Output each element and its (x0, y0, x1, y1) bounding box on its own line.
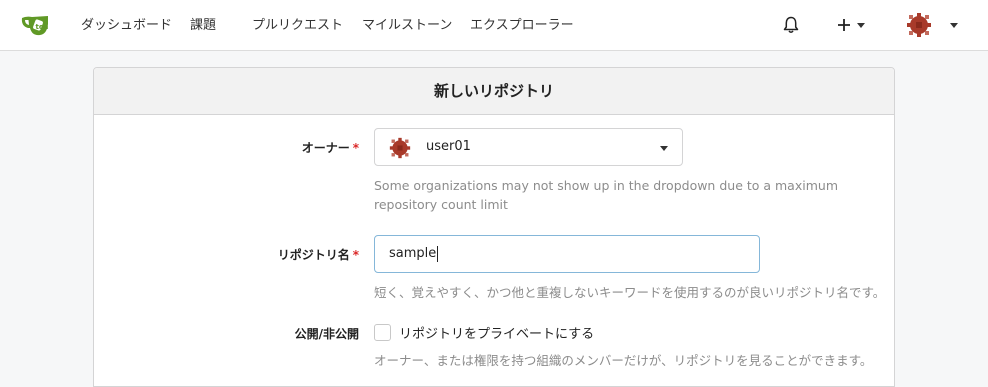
gitea-logo-icon[interactable]: tea (20, 12, 50, 38)
avatar (389, 137, 411, 159)
plus-icon (838, 19, 850, 31)
caret-down-icon (950, 22, 958, 28)
notifications-button[interactable] (783, 12, 799, 38)
owner-value: user01 (426, 139, 471, 154)
caret-down-icon (660, 146, 668, 151)
new-repo-form: 新しいリポジトリ オーナー * user01 Some organizations… (93, 67, 895, 387)
private-checkbox[interactable] (374, 324, 391, 341)
top-navbar: tea ダッシュボード 課題 プルリクエスト マイルストーン エクスプローラー (0, 0, 988, 51)
user-menu-button[interactable] (906, 12, 958, 38)
svg-text:tea: tea (36, 23, 49, 31)
form-title: 新しいリポジトリ (94, 68, 894, 115)
nav-dashboard[interactable]: ダッシュボード (81, 0, 172, 51)
visibility-help: オーナー、または権限を持つ組織のメンバーだけが、リポジトリを見ることができます。 (374, 353, 873, 368)
text-cursor (437, 245, 439, 262)
create-new-button[interactable] (836, 12, 865, 38)
repo-name-help: 短く、覚えやすく、かつ他と重複しないキーワードを使用するのが良いリポジトリ名です… (374, 285, 886, 300)
repo-name-input[interactable]: sample (374, 235, 760, 273)
owner-dropdown[interactable]: user01 (374, 128, 683, 166)
required-marker: * (352, 141, 359, 155)
repo-name-label: リポジトリ名 * (277, 248, 359, 262)
required-marker: * (352, 248, 359, 262)
bell-icon (783, 16, 799, 33)
nav-pull-requests[interactable]: プルリクエスト (252, 0, 343, 51)
nav-milestones[interactable]: マイルストーン (362, 0, 452, 51)
caret-down-icon (857, 22, 865, 28)
nav-explore[interactable]: エクスプローラー (470, 0, 574, 51)
visibility-label: 公開/非公開 (294, 327, 359, 341)
nav-issues[interactable]: 課題 (190, 0, 216, 51)
repo-name-value: sample (389, 246, 437, 261)
owner-label: オーナー * (301, 141, 359, 155)
owner-help: Some organizations may not show up in th… (374, 178, 838, 212)
private-checkbox-label[interactable]: リポジトリをプライベートにする (399, 323, 594, 342)
avatar (906, 12, 932, 38)
